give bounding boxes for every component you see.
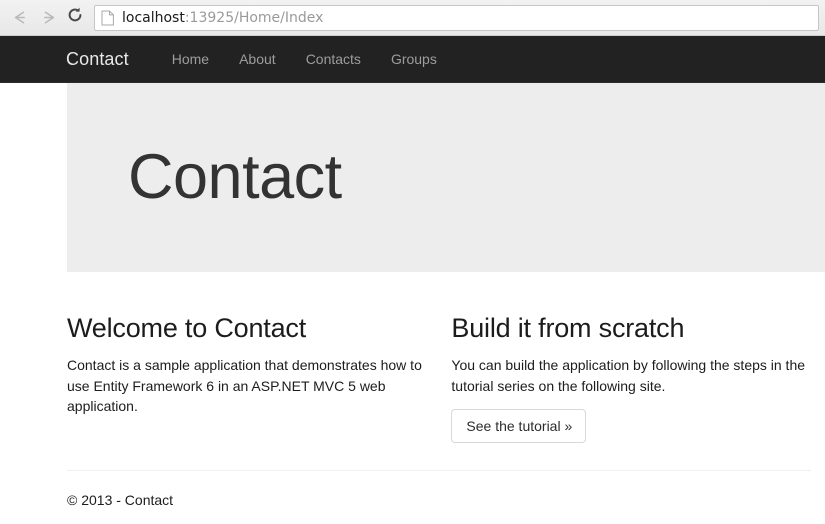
page-title: Contact xyxy=(128,142,342,213)
content-row: Welcome to Contact Contact is a sample a… xyxy=(0,272,825,444)
back-arrow-icon xyxy=(11,8,30,27)
page-viewport: Contact Home About Contacts Groups Conta… xyxy=(0,36,825,524)
nav-link-contacts[interactable]: Contacts xyxy=(291,51,376,67)
forward-arrow-icon xyxy=(39,8,58,27)
url-text: localhost:13925/Home/Index xyxy=(122,10,323,26)
column-build: Build it from scratch You can build the … xyxy=(451,313,825,444)
url-host: localhost xyxy=(122,9,185,26)
site-navbar: Contact Home About Contacts Groups xyxy=(0,36,825,83)
see-tutorial-button[interactable]: See the tutorial » xyxy=(451,409,587,444)
reload-button[interactable] xyxy=(62,4,88,32)
browser-toolbar: localhost:13925/Home/Index xyxy=(0,0,825,36)
forward-button[interactable] xyxy=(34,4,62,32)
jumbotron: Contact xyxy=(67,83,825,272)
reload-icon xyxy=(66,6,84,29)
back-button[interactable] xyxy=(6,4,34,32)
welcome-body: Contact is a sample application that dem… xyxy=(67,357,422,415)
nav-link-about[interactable]: About xyxy=(224,51,291,67)
url-path: :13925/Home/Index xyxy=(184,9,324,26)
welcome-heading: Welcome to Contact xyxy=(67,313,307,343)
navbar-brand[interactable]: Contact xyxy=(66,49,129,70)
nav-link-groups[interactable]: Groups xyxy=(376,51,452,67)
site-footer: © 2013 - Contact xyxy=(0,470,825,510)
address-bar[interactable]: localhost:13925/Home/Index xyxy=(94,4,819,31)
column-welcome: Welcome to Contact Contact is a sample a… xyxy=(67,313,451,443)
nav-link-home[interactable]: Home xyxy=(157,51,224,67)
page-document-icon xyxy=(101,10,115,26)
build-heading: Build it from scratch xyxy=(451,313,685,343)
navbar-links: Home About Contacts Groups xyxy=(157,51,452,67)
footer-copyright: © 2013 - Contact xyxy=(67,492,174,509)
build-body: You can build the application by followi… xyxy=(451,357,806,394)
